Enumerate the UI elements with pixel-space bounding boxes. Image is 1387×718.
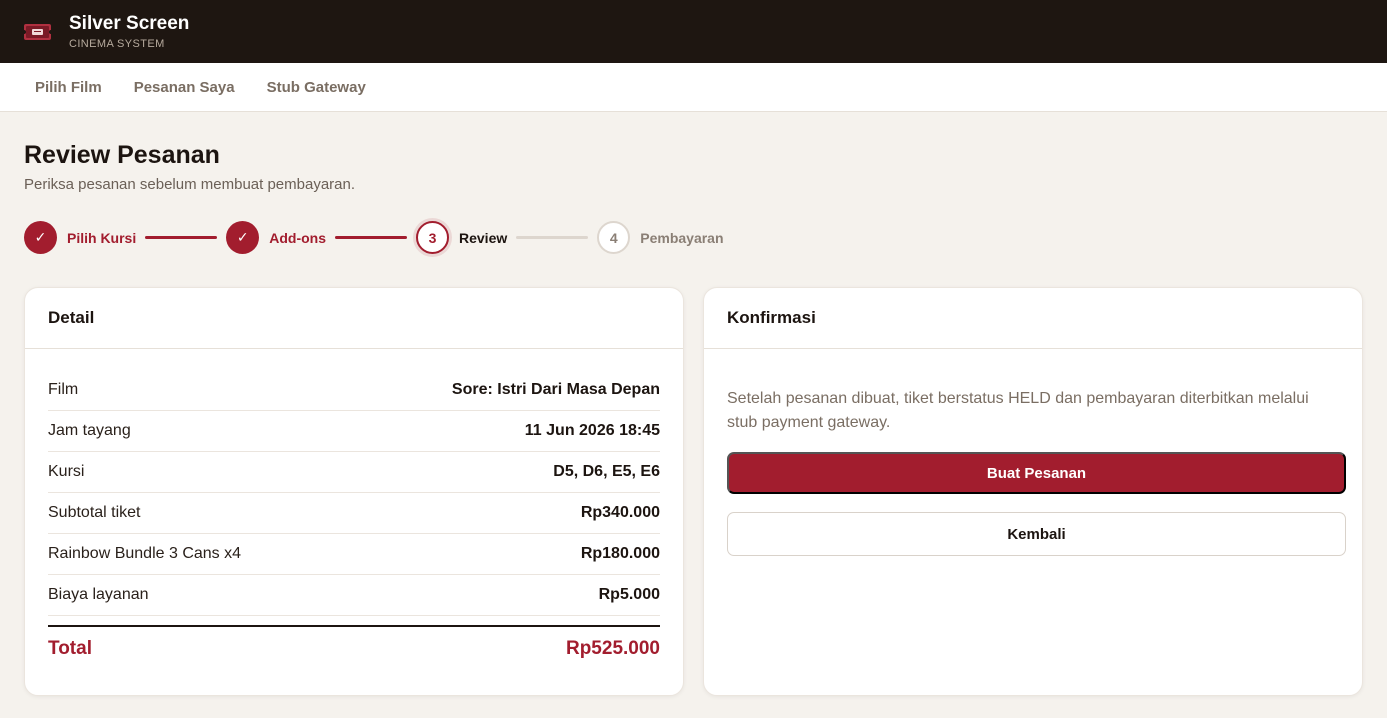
- page-subtitle: Periksa pesanan sebelum membuat pembayar…: [24, 176, 356, 193]
- create-order-button[interactable]: Buat Pesanan: [727, 452, 1346, 494]
- app-title: Silver Screen: [69, 13, 190, 34]
- step-pembayaran: 4 Pembayaran: [597, 221, 724, 254]
- step-connector: [145, 236, 218, 239]
- main-nav: Pilih Film Pesanan Saya Stub Gateway: [0, 63, 1387, 112]
- detail-row-showtime: Jam tayang 11 Jun 2026 18:45: [48, 411, 660, 452]
- step-label: Pembayaran: [640, 229, 724, 246]
- top-bar: Silver Screen CINEMA SYSTEM: [0, 0, 1387, 63]
- row-label: Kursi: [48, 463, 85, 480]
- detail-heading: Detail: [25, 288, 683, 349]
- confirm-body: Setelah pesanan dibuat, tiket berstatus …: [704, 349, 1362, 556]
- detail-row-service-fee: Biaya layanan Rp5.000: [48, 575, 660, 616]
- detail-card: Detail Film Sore: Istri Dari Masa Depan …: [24, 287, 684, 696]
- row-label: Film: [48, 381, 79, 398]
- detail-row-ticket-subtotal: Subtotal tiket Rp340.000: [48, 493, 660, 534]
- step-pilih-kursi[interactable]: ✓ Pilih Kursi: [24, 221, 136, 254]
- ticket-icon: [22, 22, 53, 42]
- row-value: Rp180.000: [580, 545, 660, 562]
- detail-row-addon: Rainbow Bundle 3 Cans x4 Rp180.000: [48, 534, 660, 575]
- confirm-card: Konfirmasi Setelah pesanan dibuat, tiket…: [703, 287, 1363, 696]
- row-value: Rp340.000: [580, 504, 660, 521]
- step-connector: [335, 236, 407, 239]
- app-subtitle: CINEMA SYSTEM: [69, 38, 165, 50]
- row-label: Rainbow Bundle 3 Cans x4: [48, 545, 242, 562]
- total-row: Total Rp525.000: [48, 625, 660, 671]
- detail-row-film: Film Sore: Istri Dari Masa Depan: [48, 370, 660, 411]
- check-icon: ✓: [226, 221, 260, 254]
- detail-row-seats: Kursi D5, D6, E5, E6: [48, 452, 660, 493]
- nav-item-stub-gateway[interactable]: Stub Gateway: [267, 79, 366, 96]
- brand: Silver Screen CINEMA SYSTEM: [69, 13, 189, 50]
- total-label: Total: [48, 638, 92, 659]
- row-value: 11 Jun 2026 18:45: [524, 422, 660, 439]
- step-review: 3 Review: [416, 221, 507, 254]
- row-label: Biaya layanan: [48, 586, 149, 603]
- confirm-text: Setelah pesanan dibuat, tiket berstatus …: [727, 390, 1309, 431]
- step-label: Add-ons: [269, 229, 326, 246]
- page-title: Review Pesanan: [24, 141, 220, 169]
- step-add-ons[interactable]: ✓ Add-ons: [226, 221, 326, 254]
- progress-stepper: ✓ Pilih Kursi ✓ Add-ons 3 Review 4 Pemba…: [24, 221, 1363, 254]
- row-label: Subtotal tiket: [48, 504, 141, 521]
- back-button[interactable]: Kembali: [727, 512, 1346, 556]
- nav-item-pesanan-saya[interactable]: Pesanan Saya: [134, 79, 235, 96]
- step-connector: [516, 236, 589, 239]
- step-number: 3: [416, 221, 449, 254]
- detail-body: Film Sore: Istri Dari Masa Depan Jam tay…: [25, 349, 683, 671]
- total-value: Rp525.000: [565, 638, 660, 659]
- row-value: D5, D6, E5, E6: [553, 463, 660, 480]
- row-value: Rp5.000: [598, 586, 660, 603]
- main-content: Review Pesanan Periksa pesanan sebelum m…: [0, 112, 1387, 696]
- row-label: Jam tayang: [48, 422, 131, 439]
- confirm-heading: Konfirmasi: [704, 288, 1362, 349]
- step-label: Pilih Kursi: [67, 229, 137, 246]
- cards-row: Detail Film Sore: Istri Dari Masa Depan …: [24, 287, 1363, 696]
- row-value: Sore: Istri Dari Masa Depan: [451, 381, 660, 398]
- check-icon: ✓: [24, 221, 57, 254]
- step-label: Review: [459, 229, 508, 246]
- step-number: 4: [597, 221, 631, 254]
- nav-item-pilih-film[interactable]: Pilih Film: [35, 79, 102, 96]
